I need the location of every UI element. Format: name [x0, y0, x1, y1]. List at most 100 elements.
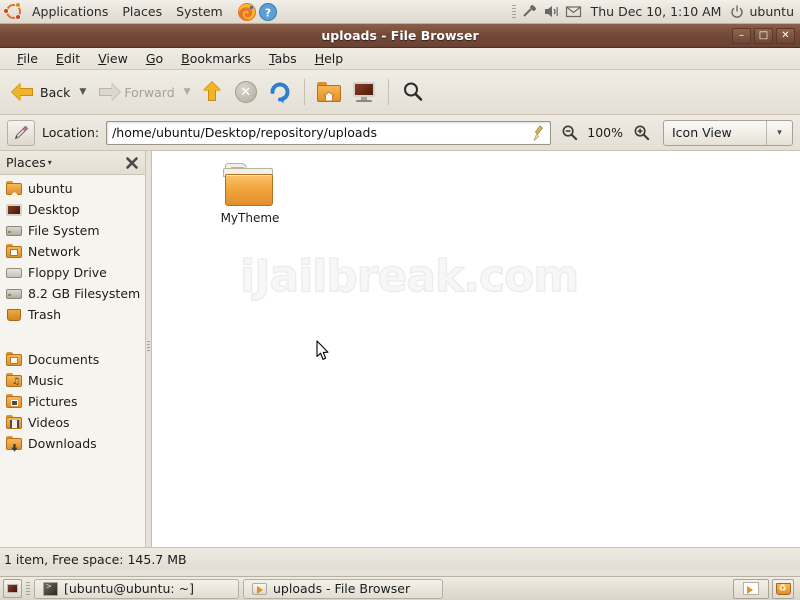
network-icon[interactable]: [521, 3, 538, 20]
location-input[interactable]: [107, 125, 551, 140]
sidebar-label: 8.2 GB Filesystem: [28, 286, 141, 301]
workspace-switcher-icon[interactable]: [733, 578, 769, 599]
sidebar-item-downloads[interactable]: Downloads: [0, 433, 145, 454]
up-arrow-icon: [200, 80, 224, 104]
back-arrow-icon: [11, 81, 37, 103]
power-icon[interactable]: [730, 5, 744, 19]
places-header[interactable]: Places ▾: [0, 151, 145, 175]
sidebar-item-network[interactable]: Network: [0, 241, 145, 262]
window-title: uploads - File Browser: [321, 28, 479, 43]
help-launcher-icon[interactable]: ?: [258, 2, 278, 22]
taskbar-button-terminal[interactable]: [ubuntu@ubuntu: ~]: [34, 578, 239, 599]
sidebar-item-documents[interactable]: Documents: [0, 349, 145, 370]
search-button[interactable]: [396, 77, 430, 107]
menubar: File Edit View Go Bookmarks Tabs Help: [0, 48, 800, 70]
computer-button[interactable]: [347, 78, 381, 106]
close-button[interactable]: ✕: [776, 27, 795, 44]
panel-username[interactable]: ubuntu: [749, 4, 794, 19]
minimize-icon: –: [739, 29, 744, 41]
trash-applet-icon[interactable]: ♻: [772, 578, 794, 599]
volume-icon[interactable]: [543, 3, 560, 20]
mouse-cursor: [316, 340, 330, 361]
panel-clock[interactable]: Thu Dec 10, 1:10 AM: [587, 4, 726, 19]
panel-menu-applications[interactable]: Applications: [25, 2, 115, 21]
zoom-in-button[interactable]: [630, 122, 652, 144]
status-text: 1 item, Free space: 145.7 MB: [4, 551, 187, 567]
zoom-out-button[interactable]: [558, 122, 580, 144]
top-panel: Applications Places System ? Thu Dec 10,…: [0, 0, 800, 24]
toolbar-separator-2: [387, 79, 389, 105]
videos-folder-icon: [6, 415, 22, 430]
harddisk-icon: [6, 286, 22, 301]
panel-menu-system[interactable]: System: [169, 2, 230, 21]
forward-label: Forward: [124, 84, 175, 100]
menu-file[interactable]: File: [8, 49, 47, 68]
taskbar-grip: [26, 582, 30, 595]
sidebar-item-ubuntu[interactable]: ubuntu: [0, 178, 145, 199]
file-item-mytheme[interactable]: MyTheme: [208, 159, 292, 229]
menu-go[interactable]: Go: [137, 49, 172, 68]
downloads-folder-icon: [6, 436, 22, 452]
sidebar-label: Music: [28, 373, 64, 388]
edit-location-toggle-icon[interactable]: [7, 119, 35, 146]
sidebar-item-floppy-drive[interactable]: Floppy Drive: [0, 262, 145, 283]
floppy-icon: [6, 265, 22, 280]
minimize-button[interactable]: –: [732, 27, 751, 44]
statusbar: 1 item, Free space: 145.7 MB: [0, 547, 800, 570]
taskbar-label: [ubuntu@ubuntu: ~]: [64, 581, 194, 596]
sidebar-label: Desktop: [28, 202, 80, 217]
back-history-dropdown[interactable]: ▼: [76, 86, 89, 99]
computer-icon: [352, 81, 376, 103]
sidebar: Places ▾ ubuntu Desktop File System Netw…: [0, 151, 146, 547]
clear-broom-icon[interactable]: [531, 124, 546, 142]
sidebar-item-trash[interactable]: Trash: [0, 304, 145, 325]
menu-view[interactable]: View: [89, 49, 137, 68]
close-sidebar-icon[interactable]: [125, 156, 139, 170]
mail-icon[interactable]: [565, 3, 582, 20]
maximize-icon: □: [758, 29, 769, 41]
sidebar-item-filesystem-82gb[interactable]: 8.2 GB Filesystem: [0, 283, 145, 304]
music-folder-icon: ♫: [6, 373, 22, 388]
window-body: Places ▾ ubuntu Desktop File System Netw…: [0, 151, 800, 547]
sidebar-item-file-system[interactable]: File System: [0, 220, 145, 241]
reload-button[interactable]: [263, 77, 297, 107]
menu-help[interactable]: Help: [306, 49, 353, 68]
home-folder-icon: [316, 81, 341, 103]
window-titlebar[interactable]: uploads - File Browser – □ ✕: [0, 24, 800, 48]
maximize-button[interactable]: □: [754, 27, 773, 44]
reload-icon: [268, 80, 292, 104]
forward-arrow-icon: [95, 81, 121, 103]
bottom-panel: [ubuntu@ubuntu: ~] uploads - File Browse…: [0, 576, 800, 600]
panel-menu-places[interactable]: Places: [115, 2, 169, 21]
watermark-text: iJailbreak.com: [239, 250, 580, 303]
menu-edit[interactable]: Edit: [47, 49, 89, 68]
file-content-area[interactable]: MyTheme iJailbreak.com: [151, 151, 800, 547]
firefox-launcher-icon[interactable]: [236, 2, 258, 22]
up-button[interactable]: [195, 77, 229, 107]
ubuntu-logo-icon[interactable]: [3, 1, 25, 22]
sidebar-item-music[interactable]: ♫ Music: [0, 370, 145, 391]
zoom-in-icon: [634, 125, 649, 141]
sidebar-item-videos[interactable]: Videos: [0, 412, 145, 433]
svg-text:?: ?: [265, 6, 271, 19]
sidebar-item-desktop[interactable]: Desktop: [0, 199, 145, 220]
stop-icon: ✕: [234, 81, 257, 103]
terminal-icon: [43, 581, 58, 596]
stop-button[interactable]: ✕: [230, 78, 262, 106]
sidebar-label: File System: [28, 223, 100, 238]
view-mode-select[interactable]: Icon View ▾: [663, 119, 793, 146]
location-label: Location:: [42, 125, 100, 140]
home-button[interactable]: [312, 79, 346, 106]
toolbar: Back ▼ Forward ▼ ✕: [0, 70, 800, 115]
chevron-down-icon[interactable]: ▾: [48, 158, 52, 167]
location-input-wrapper[interactable]: [106, 120, 552, 145]
back-button[interactable]: Back: [6, 78, 75, 106]
sidebar-label: Pictures: [28, 394, 78, 409]
forward-history-dropdown[interactable]: ▼: [181, 86, 194, 99]
sidebar-item-pictures[interactable]: Pictures: [0, 391, 145, 412]
menu-bookmarks[interactable]: Bookmarks: [172, 49, 260, 68]
show-desktop-icon[interactable]: [3, 579, 22, 598]
menu-tabs[interactable]: Tabs: [260, 49, 306, 68]
taskbar-button-file-browser[interactable]: uploads - File Browser: [243, 578, 443, 599]
forward-button[interactable]: Forward: [90, 78, 179, 106]
